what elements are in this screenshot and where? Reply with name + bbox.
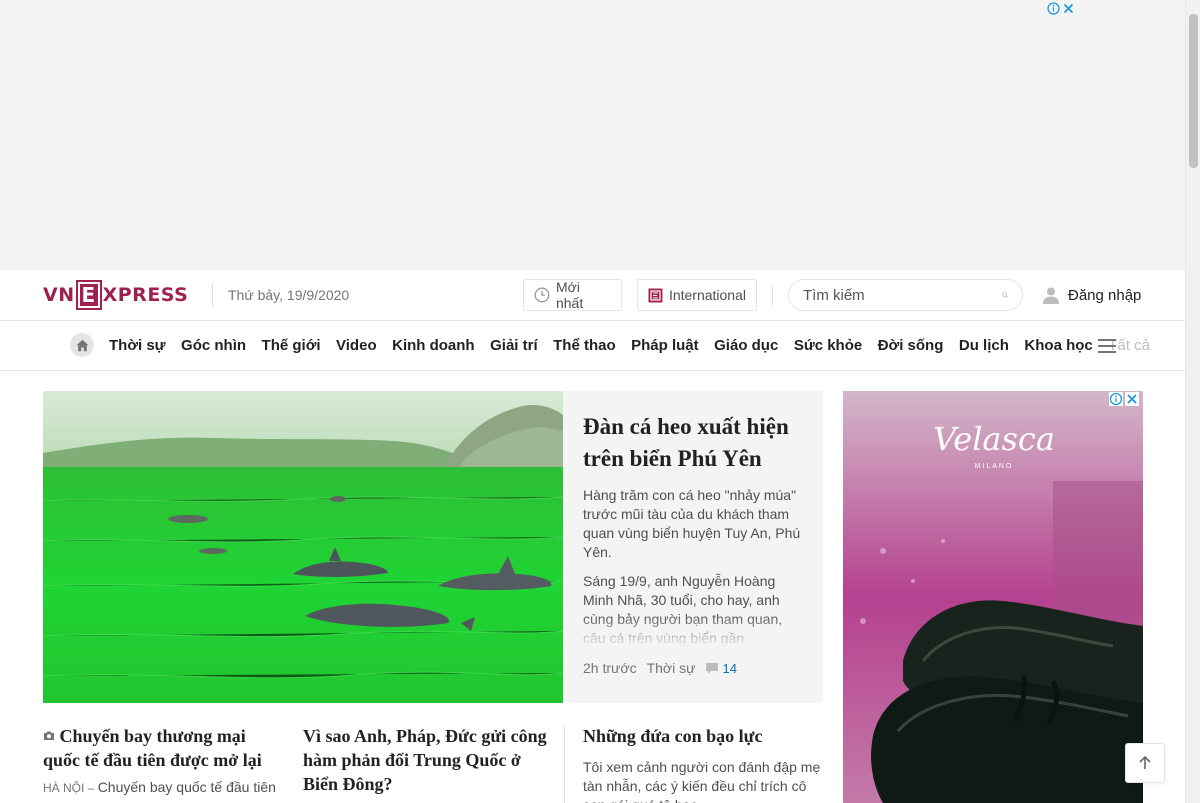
current-date: Thứ bảy, 19/9/2020: [228, 287, 350, 303]
header-divider-2: [772, 284, 773, 306]
nav-item-du-lich[interactable]: Du lịch: [959, 337, 1009, 354]
hero-article: Đàn cá heo xuất hiện trên biển Phú Yên H…: [563, 391, 823, 703]
newest-label: Mới nhất: [555, 279, 584, 311]
story-card: Vì sao Anh, Pháp, Đức gửi công hàm phản …: [303, 724, 548, 796]
hero-title[interactable]: Đàn cá heo xuất hiện trên biển Phú Yên: [583, 411, 803, 475]
international-label: International: [668, 287, 746, 303]
story-excerpt-text: Chuyến bay quốc tế đầu tiên: [97, 779, 276, 795]
login-link[interactable]: Đăng nhập: [1042, 286, 1141, 304]
story-card: Những đứa con bạo lực Tôi xem cảnh người…: [583, 724, 823, 803]
logo-e-box: E: [75, 280, 102, 310]
site-header: VN E XPRESS Thứ bảy, 19/9/2020 Mới nhất …: [0, 270, 1185, 321]
column-divider: [564, 724, 565, 803]
hero-description: Hàng trăm con cá heo "nhảy múa" trước mũ…: [583, 487, 801, 560]
ad-controls: [1047, 2, 1075, 15]
story-card: Chuyến bay thương mại quốc tế đầu tiên đ…: [43, 724, 283, 798]
nav-item-phap-luat[interactable]: Pháp luật: [631, 337, 699, 354]
nav-item-doi-song[interactable]: Đời sống: [878, 337, 944, 354]
camera-icon: [44, 731, 54, 740]
international-button[interactable]: International: [637, 279, 757, 311]
hero-time: 2h trước: [583, 660, 637, 676]
close-icon[interactable]: [1125, 392, 1139, 406]
scrollbar-thumb[interactable]: [1189, 14, 1198, 168]
nav-item-video[interactable]: Video: [336, 337, 377, 354]
logo-vn: VN: [43, 284, 75, 306]
nav-item-goc-nhin[interactable]: Góc nhìn: [181, 337, 246, 354]
story-title-text: Chuyến bay thương mại quốc tế đầu tiên đ…: [43, 726, 262, 770]
hero-image[interactable]: [43, 391, 563, 703]
hero-category[interactable]: Thời sự: [647, 660, 696, 676]
hero-meta: 2h trước Thời sự 14: [583, 660, 803, 676]
story-location: Hà Nội: [43, 781, 85, 795]
back-to-top-button[interactable]: [1125, 743, 1165, 783]
hamburger-menu-icon[interactable]: [1098, 339, 1116, 353]
newest-button[interactable]: Mới nhất: [523, 279, 622, 311]
nav-item-thoi-su[interactable]: Thời sự: [109, 337, 166, 354]
story-title[interactable]: Vì sao Anh, Pháp, Đức gửi công hàm phản …: [303, 724, 548, 796]
home-button[interactable]: [70, 333, 94, 357]
nav-item-khoa-hoc[interactable]: Khoa học: [1024, 337, 1092, 354]
ad-brand-text: Velasca: [929, 421, 1059, 457]
search-box[interactable]: [788, 279, 1023, 311]
nav-item-suc-khoe[interactable]: Sức khỏe: [794, 337, 862, 354]
top-ad-banner[interactable]: [0, 0, 1185, 270]
arrow-up-icon: [1139, 755, 1151, 769]
side-ad-controls: [1109, 392, 1139, 406]
home-icon: [76, 339, 88, 351]
story-excerpt: Hà Nội – Chuyến bay quốc tế đầu tiên: [43, 778, 283, 798]
international-e-icon: [648, 288, 663, 302]
ad-brand-name: Velasca: [933, 420, 1055, 458]
comment-count[interactable]: 14: [705, 660, 737, 676]
clock-icon: [534, 287, 550, 303]
nav-item-giao-duc[interactable]: Giáo dục: [714, 337, 778, 354]
story-title[interactable]: Những đứa con bạo lực: [583, 724, 823, 748]
hero-body-excerpt: Sáng 19/9, anh Nguyễn Hoàng Minh Nhã, 30…: [583, 572, 803, 648]
header-divider: [212, 283, 213, 307]
dolphins-photo: [43, 391, 563, 703]
comment-icon: [706, 662, 719, 674]
vnexpress-logo[interactable]: VN E XPRESS: [43, 280, 188, 310]
side-ad-banner[interactable]: Velasca MILANO: [843, 391, 1143, 803]
ad-brand-sub: MILANO: [974, 463, 1014, 470]
story-excerpt: Tôi xem cảnh người con đánh đập mẹ tàn n…: [583, 759, 821, 803]
page-scrollbar[interactable]: [1185, 0, 1200, 803]
nav-item-the-thao[interactable]: Thể thao: [553, 337, 616, 354]
comment-count-value: 14: [722, 660, 737, 676]
login-label: Đăng nhập: [1068, 286, 1142, 304]
logo-xpress: XPRESS: [102, 284, 189, 306]
story-title[interactable]: Chuyến bay thương mại quốc tế đầu tiên đ…: [43, 724, 283, 772]
nav-item-kinh-doanh[interactable]: Kinh doanh: [392, 337, 475, 354]
info-icon[interactable]: [1109, 392, 1123, 406]
info-icon[interactable]: [1047, 2, 1060, 15]
nav-list: Thời sự Góc nhìn Thế giới Video Kinh doa…: [109, 337, 1160, 354]
location-dash: –: [84, 781, 98, 795]
search-input[interactable]: [803, 286, 1002, 304]
category-nav: Thời sự Góc nhìn Thế giới Video Kinh doa…: [0, 321, 1185, 371]
search-icon[interactable]: [1002, 286, 1008, 304]
nav-item-the-gioi[interactable]: Thế giới: [262, 337, 321, 354]
nav-item-giai-tri[interactable]: Giải trí: [490, 337, 538, 354]
close-icon[interactable]: [1062, 2, 1075, 15]
user-icon: [1043, 287, 1059, 304]
